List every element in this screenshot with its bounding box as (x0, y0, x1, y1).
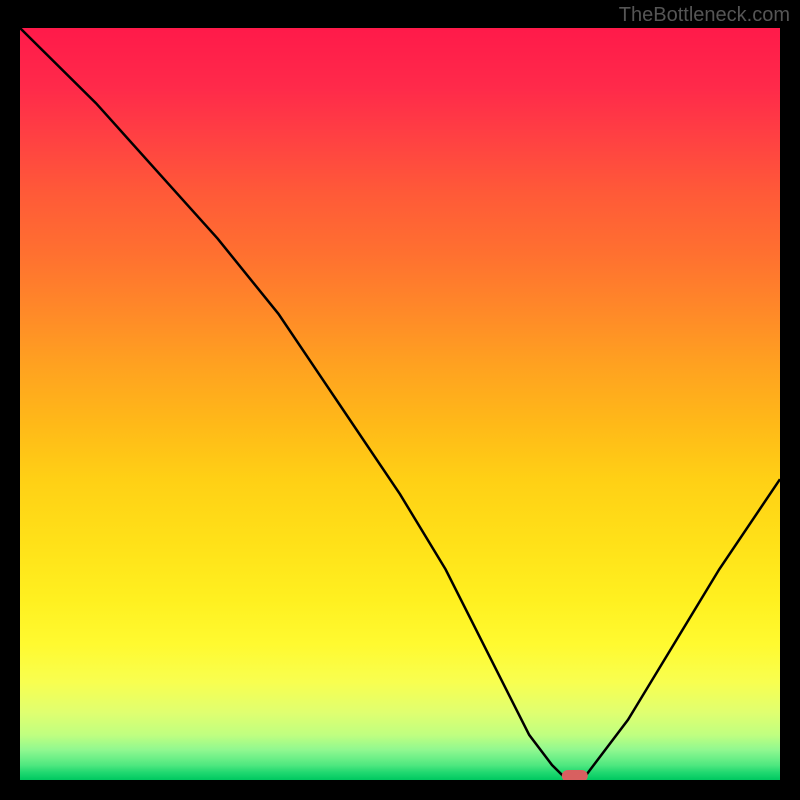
chart-svg (20, 28, 780, 780)
chart-area (20, 28, 780, 780)
optimal-marker (562, 770, 588, 780)
watermark-text: TheBottleneck.com (619, 4, 790, 27)
bottleneck-curve-line (20, 28, 780, 780)
